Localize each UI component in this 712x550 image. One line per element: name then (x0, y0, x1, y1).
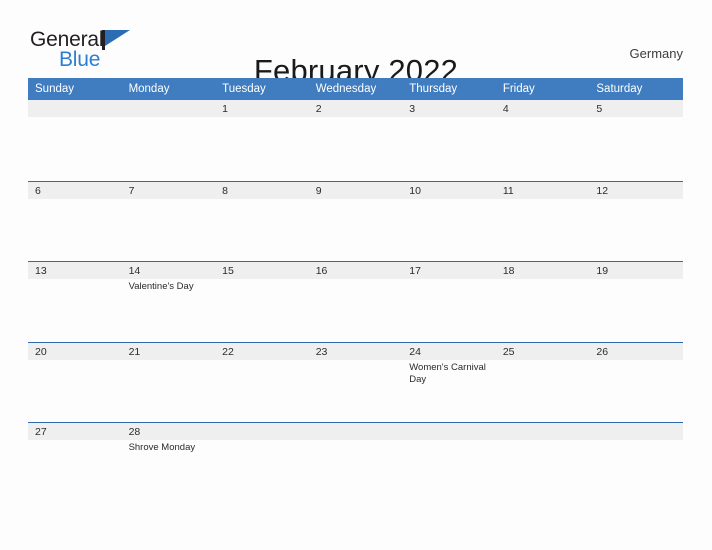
calendar-day-cell[interactable]: 24 Women's Carnival Day (402, 342, 496, 423)
day-number (308, 423, 403, 440)
weekday-header-thursday: Thursday (409, 83, 458, 95)
calendar-day-cell[interactable]: 10 (402, 181, 496, 262)
brand-general-text: General (30, 28, 104, 51)
day-number: 15 (215, 262, 309, 279)
day-number: 1 (215, 100, 309, 117)
calendar-day-cell-empty (308, 423, 403, 503)
calendar-day-cell-empty (589, 423, 683, 503)
calendar-week-row: 20 21 22 23 24 Women's Carnival Day 25 26 (28, 341, 683, 423)
calendar-day-cell[interactable]: 4 (495, 100, 590, 181)
calendar-day-cell[interactable]: 22 (215, 342, 309, 423)
day-number (215, 423, 309, 440)
country-label: Germany (629, 46, 683, 61)
day-number: 8 (215, 181, 309, 199)
day-number (495, 423, 590, 440)
calendar-day-cell[interactable]: 3 (402, 100, 496, 181)
calendar-day-cell-empty (28, 100, 122, 181)
day-number: 18 (495, 262, 590, 279)
weekday-header-tuesday: Tuesday (222, 83, 266, 95)
calendar-day-cell[interactable]: 2 (308, 100, 403, 181)
calendar-day-cell[interactable]: 1 (215, 100, 309, 181)
day-number: 14 (121, 262, 216, 279)
calendar-day-cell[interactable]: 7 (121, 181, 216, 262)
calendar-day-cell[interactable]: 17 (402, 262, 496, 342)
weekday-header-saturday: Saturday (596, 83, 643, 95)
day-number: 3 (402, 100, 496, 117)
day-number: 13 (28, 262, 122, 279)
calendar-grid: Sunday Monday Tuesday Wednesday Thursday… (28, 78, 683, 503)
event-label: Valentine's Day (128, 281, 194, 292)
day-number: 28 (121, 423, 216, 440)
brand-top-row: General (30, 28, 131, 51)
day-number: 26 (589, 342, 683, 360)
day-number (589, 423, 683, 440)
day-events: Women's Carnival Day (402, 360, 496, 387)
calendar-day-cell[interactable]: 16 (308, 262, 403, 342)
weekday-header-friday: Friday (502, 83, 535, 95)
calendar-weeks: 1 2 3 4 5 6 7 8 9 10 11 12 13 14 Valentine's Day 15 16 17… (28, 100, 683, 503)
day-number: 9 (308, 181, 403, 199)
event-label: Shrove Monday (128, 442, 196, 453)
calendar-day-cell[interactable]: 26 (589, 342, 683, 423)
calendar-day-cell[interactable]: 25 (495, 342, 590, 423)
weekday-header-monday: Monday (128, 83, 170, 95)
calendar-day-cell[interactable]: 20 (28, 342, 122, 423)
calendar-day-cell-empty (121, 100, 216, 181)
calendar-day-cell[interactable]: 8 (215, 181, 309, 262)
calendar-day-cell[interactable]: 19 (589, 262, 683, 342)
calendar-week-row: 13 14 Valentine's Day 15 16 17 18 19 (28, 261, 683, 342)
calendar-day-cell[interactable]: 12 (589, 181, 683, 262)
flag-triangle (105, 30, 131, 46)
calendar-day-cell[interactable]: 13 (28, 262, 122, 342)
calendar-week-row: 12345 (28, 100, 683, 181)
calendar-week-row: 6 7 8 9 10 11 12 (28, 180, 683, 262)
day-number: 11 (495, 181, 590, 199)
day-number: 2 (308, 100, 403, 117)
day-number: 20 (28, 342, 122, 360)
weekday-header-row: Sunday Monday Tuesday Wednesday Thursday… (28, 78, 683, 100)
day-number (121, 100, 216, 117)
event-label: Women's Carnival Day (409, 361, 486, 386)
day-number: 25 (495, 342, 590, 360)
day-events: Shrove Monday (122, 440, 216, 455)
day-number: 10 (402, 181, 496, 199)
calendar-week-row: 27 28 Shrove Monday (28, 422, 683, 503)
day-number: 23 (308, 342, 403, 360)
calendar-day-cell-empty (495, 423, 590, 503)
calendar-day-cell[interactable]: 6 (28, 181, 122, 262)
calendar-day-cell[interactable]: 15 (215, 262, 309, 342)
day-number: 16 (308, 262, 403, 279)
day-number: 12 (589, 181, 683, 199)
page-header: General Blue February 2022 Germany (0, 0, 712, 88)
day-number: 4 (495, 100, 590, 117)
day-number (28, 100, 122, 117)
day-number: 24 (402, 342, 496, 360)
calendar-day-cell[interactable]: 18 (495, 262, 590, 342)
weekday-header-wednesday: Wednesday (315, 83, 377, 95)
calendar-day-cell-empty (215, 423, 309, 503)
day-events: Valentine's Day (122, 279, 216, 294)
day-number: 7 (121, 181, 216, 199)
day-number: 22 (215, 342, 309, 360)
calendar-day-cell[interactable]: 14 Valentine's Day (121, 262, 216, 342)
day-number: 6 (28, 181, 122, 199)
flag-icon (102, 29, 131, 50)
weekday-header-sunday: Sunday (35, 83, 75, 95)
calendar-day-cell[interactable]: 21 (121, 342, 216, 423)
day-number: 17 (402, 262, 496, 279)
day-number: 19 (589, 262, 683, 279)
day-number: 21 (121, 342, 216, 360)
calendar-day-cell[interactable]: 28 Shrove Monday (121, 423, 216, 503)
calendar-day-cell-empty (402, 423, 496, 503)
calendar-day-cell[interactable]: 23 (308, 342, 403, 423)
calendar-day-cell[interactable]: 9 (308, 181, 403, 262)
day-number: 5 (589, 100, 683, 117)
calendar-day-cell[interactable]: 27 (28, 423, 122, 503)
day-number: 27 (28, 423, 122, 440)
calendar-day-cell[interactable]: 5 (589, 100, 683, 181)
calendar-day-cell[interactable]: 11 (495, 181, 590, 262)
day-number (402, 423, 496, 440)
